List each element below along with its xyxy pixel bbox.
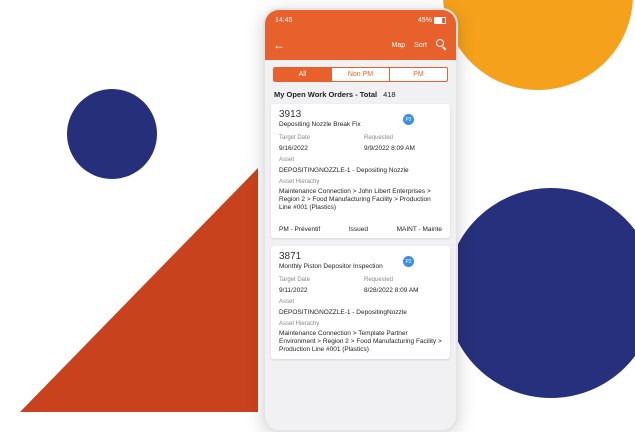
background-circle-small [67, 89, 157, 179]
work-order-card[interactable]: 3913 Depositing Nozzle Break Fix P2 Targ… [271, 104, 450, 238]
target-date-block: Target Date 9/16/2022 [279, 135, 310, 152]
sort-button[interactable]: Sort [414, 42, 427, 49]
target-date-block: Target Date 9/11/2022 [279, 277, 310, 294]
asset-section: Asset DEPOSITINGNOZZLE-1 - DepositingNoz… [279, 299, 442, 316]
requested-value: 8/28/2022 8:09 AM [364, 287, 419, 294]
app-bar: ← Map Sort [265, 30, 456, 60]
work-order-number: 3913 [279, 109, 302, 120]
work-order-status: Issued [348, 226, 368, 233]
work-order-type: PM - Préventif [279, 226, 321, 233]
requested-label: Requested [364, 277, 394, 283]
total-label: My Open Work Orders - Total [274, 90, 378, 99]
hierarchy-section: Asset Hierachy Maintenance Connection > … [279, 321, 442, 354]
total-count: 418 [383, 90, 396, 99]
target-date-value: 9/16/2022 [279, 145, 308, 152]
battery-percent: 45% [417, 16, 432, 24]
card-footer: PM - Préventif Issued MAINT - Mainte [279, 226, 442, 233]
work-order-total: My Open Work Orders - Total 418 [265, 86, 456, 104]
tab-non-pm[interactable]: Non PM [331, 68, 389, 81]
hierarchy-value: Maintenance Connection > John Libert Ent… [279, 188, 431, 211]
hierarchy-value: Maintenance Connection > Template Partne… [279, 330, 442, 353]
requested-block: Requested 9/9/2022 8:09 AM [364, 135, 442, 152]
search-icon[interactable] [436, 39, 448, 51]
hierarchy-section: Asset Hierachy Maintenance Connection > … [279, 179, 442, 212]
target-date-value: 9/11/2022 [279, 287, 308, 294]
work-order-title: Monthly Piston Depositor Inspection [279, 263, 383, 270]
requested-value: 9/9/2022 8:09 AM [364, 145, 415, 152]
work-order-department: MAINT - Mainte [396, 226, 442, 233]
asset-label: Asset [279, 299, 295, 305]
target-date-label: Target Date [279, 135, 311, 141]
status-bar: 14:45 45% [265, 10, 456, 30]
filter-tabs: All Non PM PM [273, 67, 448, 82]
tab-all[interactable]: All [274, 68, 331, 81]
tab-pm[interactable]: PM [389, 68, 447, 81]
status-time: 14:45 [275, 16, 293, 24]
arrow-left-icon[interactable]: ← [273, 38, 293, 52]
map-button[interactable]: Map [392, 42, 406, 49]
battery-indicator: 45% [417, 16, 446, 24]
asset-label: Asset [279, 157, 295, 163]
hierarchy-label: Asset Hierachy [279, 179, 320, 185]
requested-block: Requested 8/28/2022 8:09 AM [364, 277, 442, 294]
phone-notch [320, 10, 401, 23]
priority-badge: P2 [403, 256, 414, 267]
priority-badge: P2 [403, 114, 414, 125]
work-order-number: 3871 [279, 251, 302, 262]
phone-frame: 14:45 45% ← Map Sort All Non PM PM My Op… [263, 8, 458, 432]
asset-section: Asset DEPOSITINGNOZZLE-1 - Depositing No… [279, 157, 442, 174]
dates-row: Target Date 9/11/2022 Requested 8/28/202… [279, 277, 442, 294]
asset-value: DEPOSITINGNOZZLE-1 - Depositing Nozzle [279, 167, 409, 174]
dates-row: Target Date 9/16/2022 Requested 9/9/2022… [279, 135, 442, 152]
asset-value: DEPOSITINGNOZZLE-1 - DepositingNozzle [279, 309, 407, 316]
requested-label: Requested [364, 135, 394, 141]
target-date-label: Target Date [279, 277, 311, 283]
battery-icon [434, 16, 446, 24]
work-order-card[interactable]: 3871 Monthly Piston Depositor Inspection… [271, 246, 450, 359]
hierarchy-label: Asset Hierachy [279, 321, 320, 327]
work-order-title: Depositing Nozzle Break Fix [279, 121, 361, 128]
